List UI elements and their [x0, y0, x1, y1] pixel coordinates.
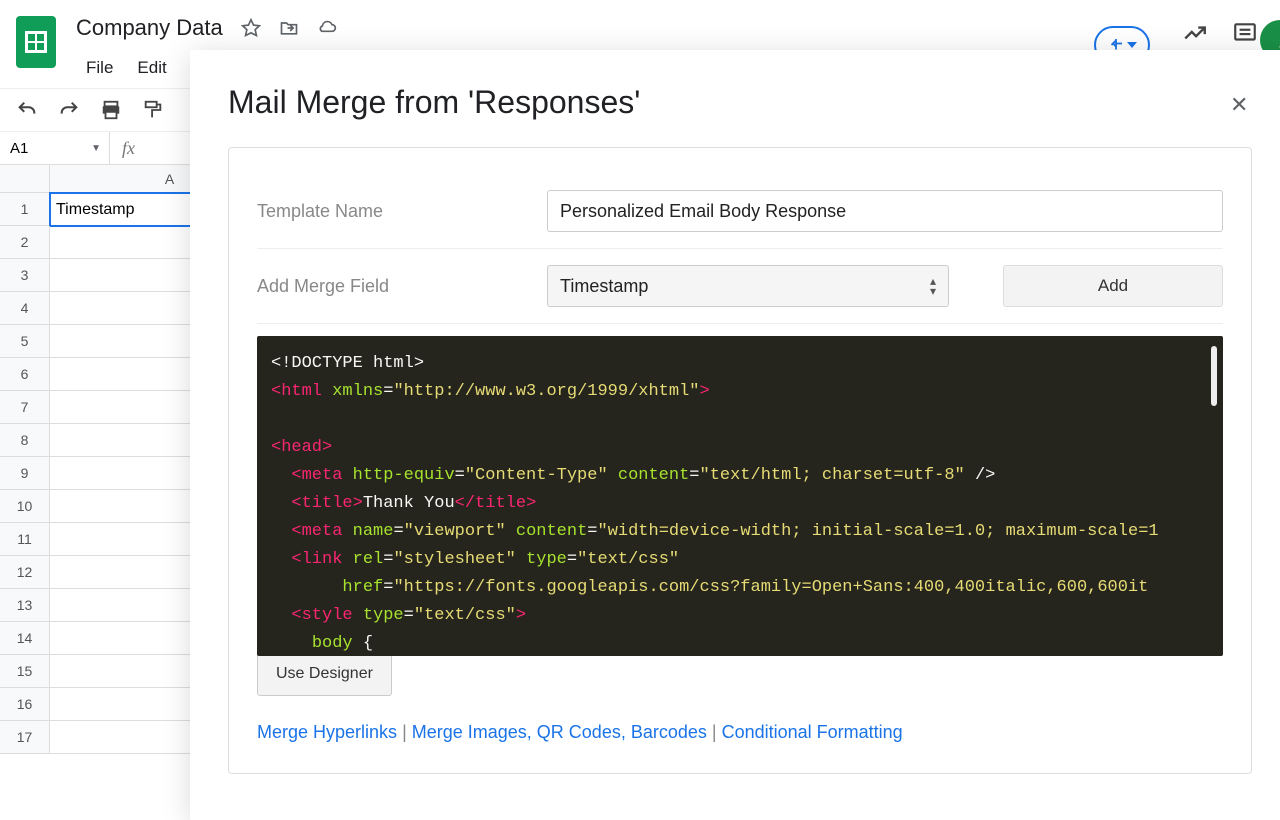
row-number[interactable]: 2: [0, 226, 50, 259]
row-number[interactable]: 10: [0, 490, 50, 523]
mail-merge-dialog: Mail Merge from 'Responses' ✕ Template N…: [190, 50, 1280, 820]
sheets-logo-icon[interactable]: [16, 16, 56, 68]
row-number[interactable]: 7: [0, 391, 50, 424]
html-code-editor[interactable]: <!DOCTYPE html> <html xmlns="http://www.…: [257, 336, 1223, 656]
row-number[interactable]: 11: [0, 523, 50, 556]
row-number[interactable]: 1: [0, 193, 50, 226]
merge-field-select[interactable]: Timestamp ▴▾: [547, 265, 949, 307]
template-name-input[interactable]: [547, 190, 1223, 232]
conditional-formatting-link[interactable]: Conditional Formatting: [722, 722, 903, 742]
doc-title[interactable]: Company Data: [76, 15, 223, 41]
comments-icon[interactable]: [1232, 20, 1256, 44]
undo-icon[interactable]: [16, 99, 38, 121]
row-number[interactable]: 9: [0, 457, 50, 490]
merge-field-value: Timestamp: [560, 276, 648, 297]
row-number[interactable]: 6: [0, 358, 50, 391]
use-designer-button[interactable]: Use Designer: [257, 652, 392, 696]
row-number[interactable]: 17: [0, 721, 50, 754]
menu-edit[interactable]: Edit: [127, 54, 176, 82]
menu-file[interactable]: File: [76, 54, 123, 82]
row-number[interactable]: 8: [0, 424, 50, 457]
scrollbar-thumb[interactable]: [1211, 346, 1217, 406]
row-number[interactable]: 16: [0, 688, 50, 721]
cloud-status-icon[interactable]: [317, 18, 337, 38]
row-number[interactable]: 5: [0, 325, 50, 358]
merge-field-label: Add Merge Field: [257, 276, 527, 297]
template-name-label: Template Name: [257, 201, 527, 222]
row-number[interactable]: 3: [0, 259, 50, 292]
row-number[interactable]: 15: [0, 655, 50, 688]
cell-reference: A1: [10, 140, 28, 157]
row-number[interactable]: 13: [0, 589, 50, 622]
name-box[interactable]: A1 ▼: [0, 132, 110, 164]
close-icon[interactable]: ✕: [1230, 92, 1252, 114]
select-all-corner[interactable]: [0, 165, 50, 193]
row-number[interactable]: 4: [0, 292, 50, 325]
redo-icon[interactable]: [58, 99, 80, 121]
star-icon[interactable]: [241, 18, 261, 38]
merge-hyperlinks-link[interactable]: Merge Hyperlinks: [257, 722, 397, 742]
merge-images-link[interactable]: Merge Images, QR Codes, Barcodes: [412, 722, 707, 742]
print-icon[interactable]: [100, 99, 122, 121]
move-folder-icon[interactable]: [279, 18, 299, 38]
dialog-title: Mail Merge from 'Responses': [228, 84, 640, 121]
row-number[interactable]: 12: [0, 556, 50, 589]
chevron-down-icon[interactable]: ▼: [91, 143, 101, 154]
select-caret-icon: ▴▾: [930, 276, 936, 296]
paint-format-icon[interactable]: [142, 99, 164, 121]
add-button[interactable]: Add: [1003, 265, 1223, 307]
row-number[interactable]: 14: [0, 622, 50, 655]
analytics-icon[interactable]: [1182, 20, 1206, 44]
help-links: Merge Hyperlinks | Merge Images, QR Code…: [257, 722, 1223, 743]
fx-icon[interactable]: fx: [110, 138, 147, 159]
